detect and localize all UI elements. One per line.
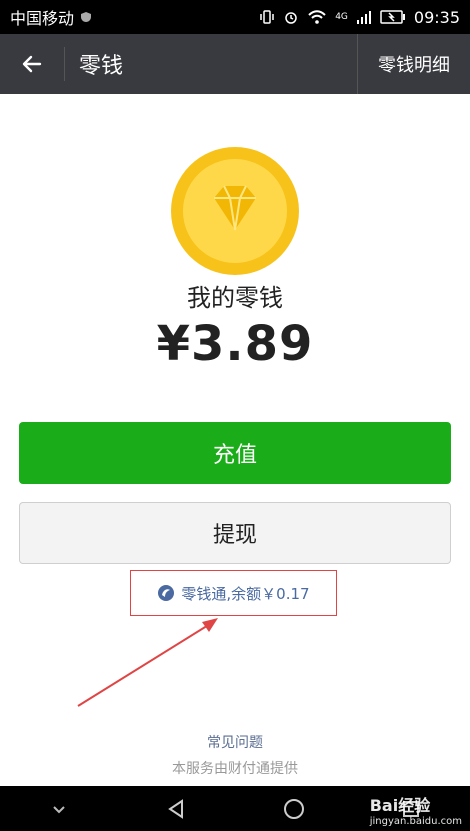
nav-back-button[interactable] [156, 789, 196, 829]
signal-icon [356, 11, 371, 24]
fund-balance-link[interactable]: 零钱通,余额￥0.17 [130, 570, 337, 616]
fund-balance-text: 零钱通,余额￥0.17 [181, 584, 310, 603]
clock-time: 09:35 [413, 7, 460, 27]
arrow-left-icon [22, 55, 42, 73]
battery-icon [380, 10, 405, 24]
diamond-coin-icon [171, 147, 299, 275]
appbar-divider [64, 47, 65, 81]
vibrate-icon [260, 10, 274, 24]
lingqiantong-icon [158, 585, 175, 601]
balance-amount: ¥3.89 [156, 316, 314, 372]
page-title: 零钱 [79, 54, 124, 79]
alarm-icon [285, 12, 297, 24]
nav-menu-button[interactable] [39, 789, 79, 829]
baidu-jingyan-watermark: Bai经验 jingyan.baidu.com [370, 792, 462, 827]
chevron-down-icon [53, 805, 65, 813]
balance-caption: 我的零钱 [187, 284, 283, 312]
notification-shield-icon [81, 12, 92, 22]
status-bar: 中国移动 4G 09:35 [0, 0, 470, 34]
recharge-button[interactable]: 充值 [19, 422, 451, 484]
triangle-back-icon [168, 798, 184, 819]
details-link[interactable]: 零钱明细 [357, 34, 470, 94]
withdraw-button[interactable]: 提现 [19, 502, 451, 564]
wifi-icon [308, 10, 326, 24]
wallet-content: 我的零钱 ¥3.89 充值 提现 零钱通,余额￥0.17 常见问题 本服务由财付… [0, 94, 470, 786]
app-bar: 零钱 零钱明细 [0, 34, 470, 94]
watermark-site: jingyan.baidu.com [369, 816, 462, 827]
network-type: 4G [335, 12, 348, 22]
navigation-bar: Bai经验 jingyan.baidu.com [0, 786, 470, 831]
watermark-brand: Bai经验 [369, 796, 431, 815]
faq-link[interactable]: 常见问题 [0, 732, 470, 752]
back-button[interactable] [0, 34, 64, 94]
nav-home-button[interactable] [274, 789, 314, 829]
provider-text: 本服务由财付通提供 [172, 761, 298, 777]
carrier-text: 中国移动 [10, 9, 75, 28]
circle-home-icon [283, 798, 304, 819]
